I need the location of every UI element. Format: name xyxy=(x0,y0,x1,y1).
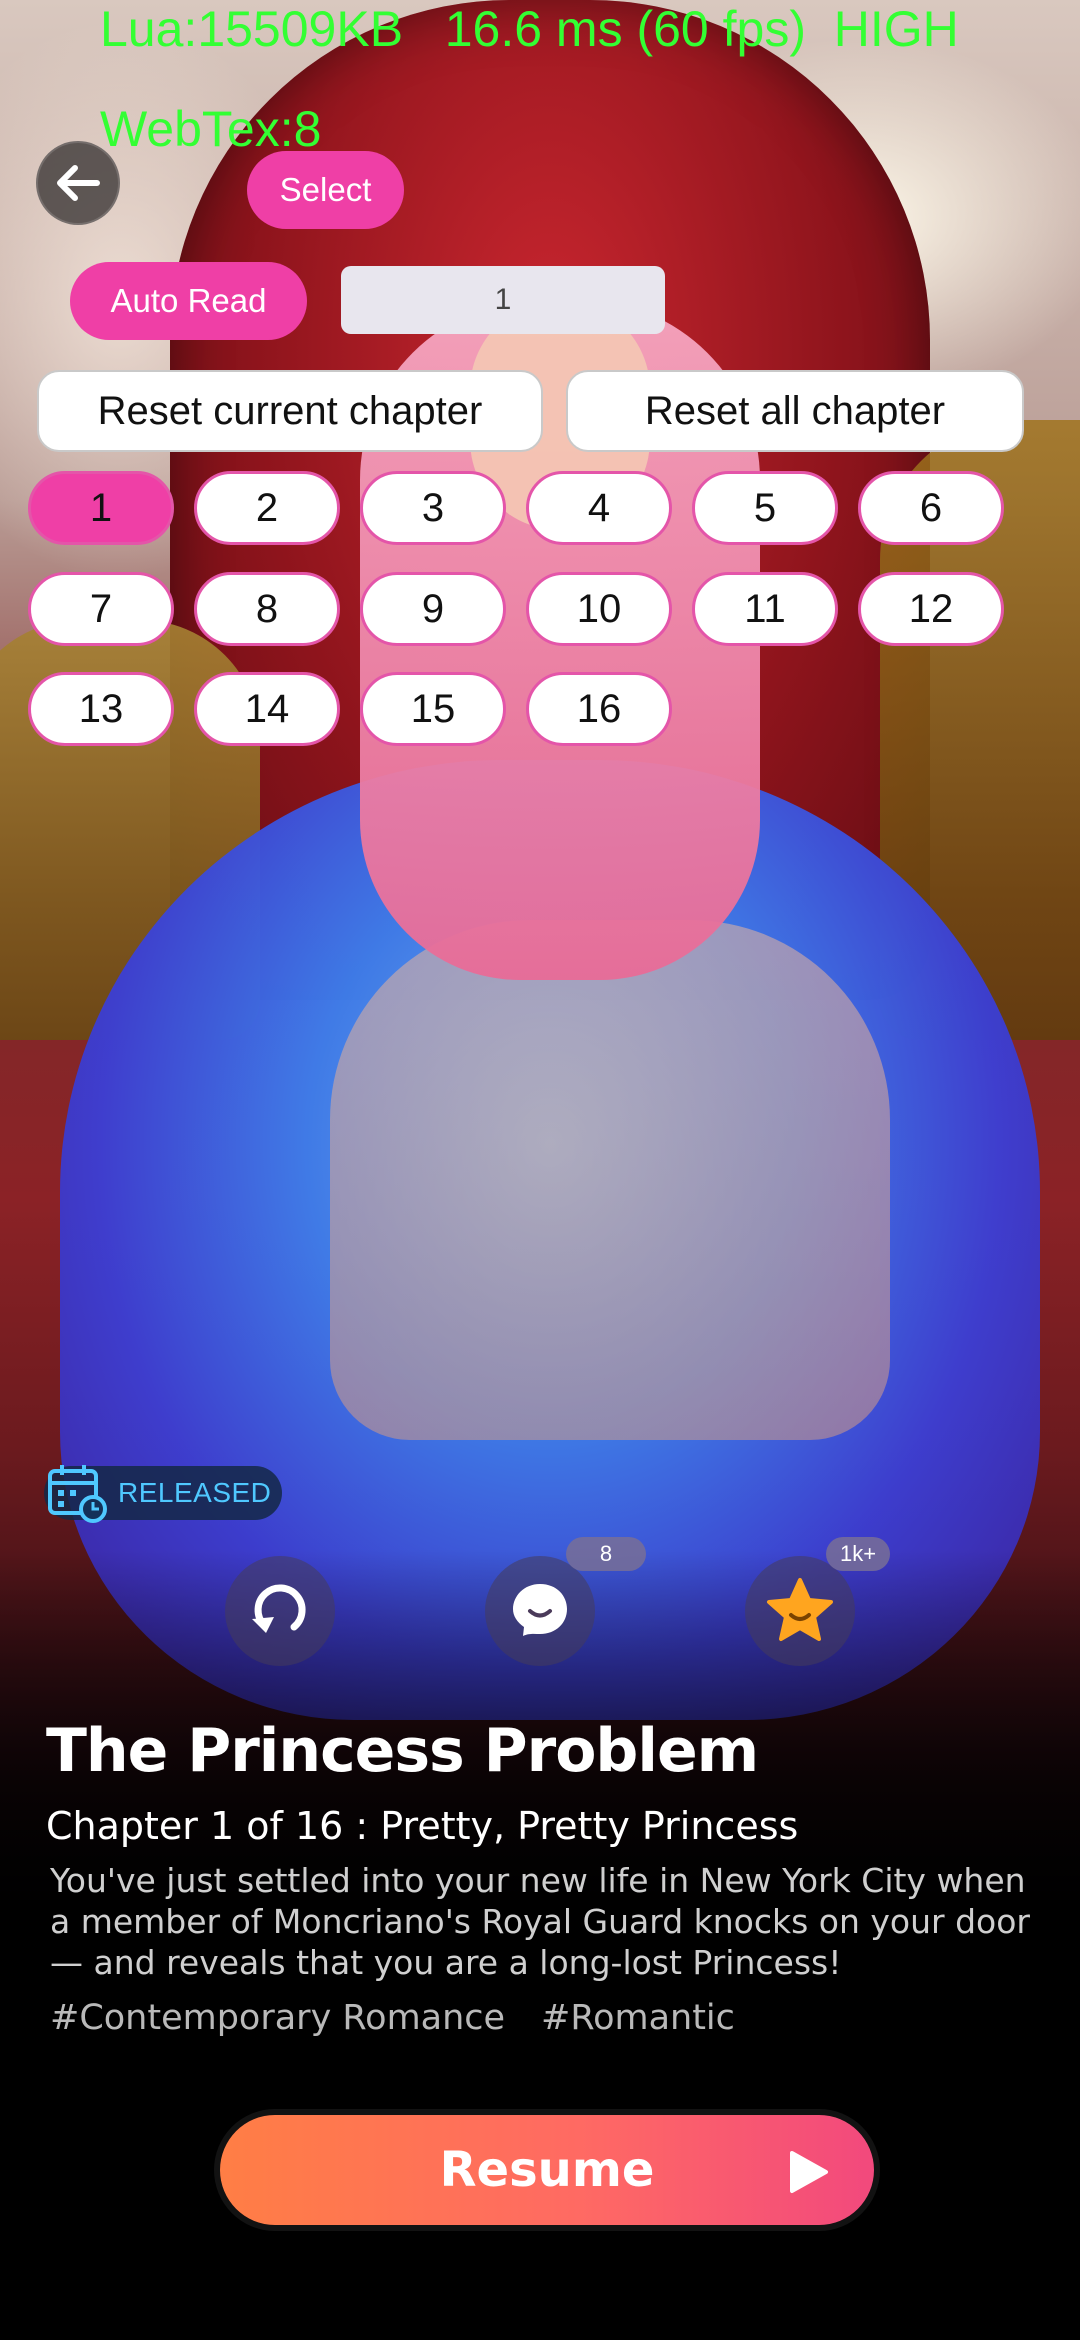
reset-all-chapter-button[interactable]: Reset all chapter xyxy=(566,370,1024,452)
story-description: You've just settled into your new life i… xyxy=(50,1861,1030,1982)
calendar-clock-icon xyxy=(48,1465,107,1523)
auto-read-button[interactable]: Auto Read xyxy=(70,262,307,340)
chapter-button-7[interactable]: 7 xyxy=(28,572,174,646)
chapter-button-13[interactable]: 13 xyxy=(28,672,174,746)
legs-shape xyxy=(330,920,890,1440)
star-icon xyxy=(767,1578,833,1641)
chapter-button-4[interactable]: 4 xyxy=(526,471,672,545)
chapter-button-2[interactable]: 2 xyxy=(194,471,340,545)
cover-art-background xyxy=(0,0,1080,2340)
chapter-button-11[interactable]: 11 xyxy=(692,572,838,646)
replay-button[interactable] xyxy=(225,1556,335,1666)
chapter-button-3[interactable]: 3 xyxy=(360,471,506,545)
chapter-button-1[interactable]: 1 xyxy=(28,471,174,545)
debug-stats-line: Lua:15509KB 16.6 ms (60 fps) HIGH xyxy=(100,1,959,57)
reset-current-chapter-button[interactable]: Reset current chapter xyxy=(37,370,543,452)
resume-button[interactable]: Resume xyxy=(220,2115,874,2225)
story-title: The Princess Problem xyxy=(46,1716,759,1786)
chapter-button-10[interactable]: 10 xyxy=(526,572,672,646)
replay-icon xyxy=(252,1584,306,1633)
favorite-count-badge: 1k+ xyxy=(826,1537,891,1571)
chapter-button-8[interactable]: 8 xyxy=(194,572,340,646)
tag-contemporary-romance[interactable]: #Contemporary Romance xyxy=(50,1998,505,2038)
chapter-button-12[interactable]: 12 xyxy=(858,572,1004,646)
chapter-button-6[interactable]: 6 xyxy=(858,471,1004,545)
chapter-progress-line: Chapter 1 of 16 : Pretty, Pretty Princes… xyxy=(46,1804,799,1848)
released-badge: RELEASED xyxy=(44,1465,282,1523)
select-button[interactable]: Select xyxy=(247,151,404,229)
chapter-button-15[interactable]: 15 xyxy=(360,672,506,746)
released-label: RELEASED xyxy=(118,1477,272,1508)
debug-webtex-line: WebTex:8 xyxy=(100,101,322,157)
resume-label: Resume xyxy=(439,2142,655,2198)
comment-button[interactable] xyxy=(485,1556,595,1666)
arrow-left-icon xyxy=(57,165,100,201)
comment-count-badge: 8 xyxy=(566,1537,646,1571)
chapter-button-16[interactable]: 16 xyxy=(526,672,672,746)
chapter-button-5[interactable]: 5 xyxy=(692,471,838,545)
comment-icon xyxy=(513,1584,567,1636)
chapter-button-14[interactable]: 14 xyxy=(194,672,340,746)
page-number-input[interactable] xyxy=(341,266,665,334)
chapter-button-9[interactable]: 9 xyxy=(360,572,506,646)
favorite-button[interactable] xyxy=(745,1556,855,1666)
tag-romantic[interactable]: #Romantic xyxy=(541,1998,735,2038)
play-icon xyxy=(790,2151,828,2193)
back-button[interactable] xyxy=(36,141,120,225)
